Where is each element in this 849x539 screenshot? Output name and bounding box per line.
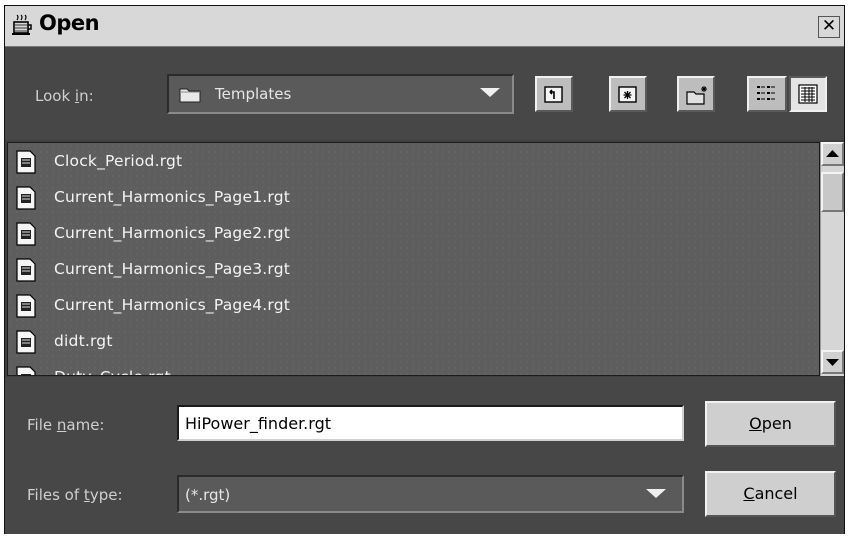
open-button[interactable]: Open: [705, 401, 836, 447]
scroll-up-button[interactable]: [821, 142, 844, 166]
look-in-label: Look in:: [35, 87, 94, 105]
java-cup-icon: [11, 14, 33, 36]
file-row[interactable]: Current_Harmonics_Page3.rgt: [14, 252, 514, 286]
vertical-scrollbar[interactable]: [820, 142, 844, 376]
open-dialog: Open ✕ Look in: Templates Clock_Period.r…: [4, 5, 845, 534]
details-view-button[interactable]: [789, 76, 827, 112]
new-folder-icon: [686, 86, 707, 105]
home-folder-icon: [618, 86, 637, 103]
look-in-value: Templates: [215, 85, 292, 103]
file-row[interactable]: Current_Harmonics_Page4.rgt: [14, 288, 514, 322]
chevron-down-icon: [646, 489, 666, 498]
list-view-icon: [757, 86, 775, 100]
file-icon: [16, 186, 36, 210]
file-name: Current_Harmonics_Page1.rgt: [54, 188, 291, 206]
file-row[interactable]: Current_Harmonics_Page1.rgt: [14, 180, 514, 214]
file-name: Duty_Cycle.rgt: [54, 368, 171, 375]
cancel-button[interactable]: Cancel: [705, 471, 836, 517]
files-of-type-label: Files of type:: [27, 486, 123, 504]
scrollbar-thumb[interactable]: [821, 172, 844, 212]
new-folder-button[interactable]: [677, 76, 715, 112]
file-row[interactable]: Current_Harmonics_Page2.rgt: [14, 216, 514, 250]
file-icon: [16, 294, 36, 318]
arrow-down-icon: [826, 359, 839, 366]
chevron-down-icon: [480, 88, 500, 97]
close-button[interactable]: ✕: [818, 16, 840, 38]
file-icon: [16, 366, 36, 375]
details-view-icon: [798, 84, 818, 104]
toolbar: Look in: Templates: [5, 47, 844, 140]
file-name: Clock_Period.rgt: [54, 152, 183, 170]
files-of-type-value: (*.rgt): [185, 486, 231, 504]
file-row[interactable]: didt.rgt: [14, 324, 514, 358]
scroll-down-button[interactable]: [821, 350, 844, 374]
file-icon: [16, 258, 36, 282]
file-name: Current_Harmonics_Page2.rgt: [54, 224, 291, 242]
dialog-title: Open: [39, 11, 100, 35]
file-name: didt.rgt: [54, 332, 113, 350]
list-view-button[interactable]: [747, 76, 787, 112]
file-name: Current_Harmonics_Page3.rgt: [54, 260, 291, 278]
file-name-label: File name:: [27, 416, 105, 434]
close-icon: ✕: [821, 16, 837, 36]
file-name-input[interactable]: [177, 405, 684, 441]
up-folder-icon: [544, 86, 563, 103]
file-icon: [16, 222, 36, 246]
file-list[interactable]: Clock_Period.rgt Current_Harmonics_Page1…: [7, 142, 820, 376]
file-row[interactable]: Duty_Cycle.rgt: [14, 360, 514, 375]
file-row[interactable]: Clock_Period.rgt: [14, 144, 514, 178]
home-button[interactable]: [609, 76, 647, 112]
title-bar[interactable]: Open ✕: [5, 6, 844, 47]
files-of-type-combo[interactable]: (*.rgt): [177, 475, 684, 513]
file-icon: [16, 150, 36, 174]
arrow-up-icon: [826, 150, 839, 157]
up-one-level-button[interactable]: [535, 76, 573, 112]
file-form: File name: Open Files of type: (*.rgt) C…: [5, 377, 844, 534]
look-in-combo[interactable]: Templates: [167, 74, 514, 114]
file-icon: [16, 330, 36, 354]
file-name: Current_Harmonics_Page4.rgt: [54, 296, 291, 314]
folder-icon: [179, 86, 201, 107]
